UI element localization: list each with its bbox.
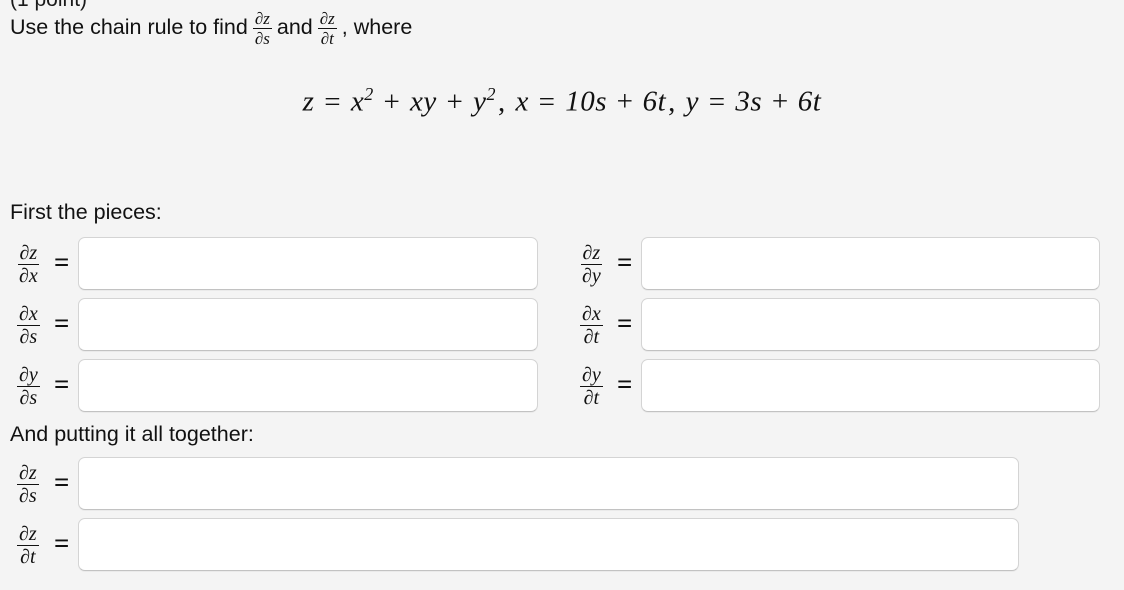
fraction-dz-ds: ∂z ∂s [17,461,39,507]
equals-sign-dz-ds: = [54,467,70,497]
fraction-dz-ds-denominator: ∂s [19,485,37,507]
equals-sign-dz-dt: = [54,528,70,558]
answer-input-dz-ds[interactable] [78,457,1020,510]
fraction-dz-dt: ∂z ∂t [17,522,39,568]
problem-equation: z = x2 + xy + y2, x = 10s + 6t, y = 3s +… [0,84,1124,119]
fraction-dy-dt-numerator: ∂y [580,363,603,387]
prompt-fraction-dz-ds-denominator: ∂s [254,29,270,49]
equation-x-expression: 10s + 6t [565,85,667,118]
equation-plus-2: + [446,85,464,118]
fraction-dx-ds-denominator: ∂s [19,326,38,348]
equation-x: x [515,85,529,118]
fraction-dx-dt-numerator: ∂x [580,302,603,326]
label-wrap-dx-ds: ∂x ∂s [0,303,47,347]
answer-input-dx-dt[interactable] [641,298,1101,351]
equation-equals-3: = [708,85,726,118]
section-heading-pieces: First the pieces: [10,200,162,224]
fraction-dx-ds: ∂x ∂s [17,302,40,348]
answer-row-dy-ds: ∂y ∂s = [0,359,539,412]
section-heading-together: And putting it all together: [10,422,254,446]
label-wrap-dz-dt: ∂z ∂t [0,523,47,567]
fraction-dx-dt-denominator: ∂t [583,326,600,348]
fraction-dz-dy-denominator: ∂y [582,265,601,287]
equation-equals-2: = [538,85,556,118]
equals-sign-dx-dt: = [617,308,633,338]
fraction-dz-dx: ∂z ∂x [17,241,40,287]
equation-comma-1: , [498,85,506,118]
answer-input-dz-dx[interactable] [78,237,539,290]
fraction-dz-dx-denominator: ∂x [19,265,38,287]
label-wrap-dz-dx: ∂z ∂x [0,242,47,286]
answer-input-dz-dt[interactable] [78,518,1020,571]
label-wrap-dy-dt: ∂y ∂t [563,364,610,408]
equation-term-x-squared-base: x [350,85,365,118]
answer-row-dz-dx: ∂z ∂x = [0,237,539,290]
fraction-dy-ds-numerator: ∂y [17,363,40,387]
answer-input-dy-ds[interactable] [78,359,539,412]
answer-input-dz-dy[interactable] [641,237,1101,290]
problem-prompt: Use the chain rule to find ∂z ∂s and ∂z … [10,9,413,49]
fraction-dz-dy: ∂z ∂y [580,241,603,287]
answer-row-dx-ds: ∂x ∂s = [0,298,539,351]
prompt-trailing-text: , where [341,15,413,40]
fraction-dy-dt-denominator: ∂t [583,387,600,409]
equals-sign-dz-dx: = [54,247,70,277]
answer-row-dy-dt: ∂y ∂t = [563,359,1101,412]
answer-row-dz-dt: ∂z ∂t = [0,518,1020,571]
equals-sign-dx-ds: = [54,308,70,338]
label-wrap-dz-ds: ∂z ∂s [0,462,47,506]
fraction-dz-dt-numerator: ∂z [17,522,39,546]
fraction-dz-dt-denominator: ∂t [20,546,36,568]
equation-plus-1: + [383,85,401,118]
answer-input-dx-ds[interactable] [78,298,539,351]
fraction-dy-ds-denominator: ∂s [19,387,38,409]
prompt-fraction-dz-ds: ∂z ∂s [252,9,272,49]
prompt-fraction-dz-dt: ∂z ∂t [317,9,337,49]
prompt-fraction-dz-ds-numerator: ∂z [252,9,272,30]
fraction-dz-ds-numerator: ∂z [17,461,39,485]
label-wrap-dy-ds: ∂y ∂s [0,364,47,408]
fraction-dx-ds-numerator: ∂x [17,302,40,326]
equation-z: z [302,85,315,118]
answer-row-dz-ds: ∂z ∂s = [0,457,1020,510]
equation-y: y [685,85,700,118]
answer-row-dz-dy: ∂z ∂y = [563,237,1101,290]
equals-sign-dy-dt: = [617,369,633,399]
fraction-dy-dt: ∂y ∂t [580,363,603,409]
fraction-dy-ds: ∂y ∂s [17,363,40,409]
equals-sign-dy-ds: = [54,369,70,399]
label-wrap-dx-dt: ∂x ∂t [563,303,610,347]
label-wrap-dz-dy: ∂z ∂y [563,242,610,286]
equation-term-xy: xy [410,85,437,118]
equation-term-y-squared-base: y [473,85,487,118]
equation-term-x-squared-exponent: 2 [364,84,374,104]
equation-term-y-squared-exponent: 2 [486,84,497,104]
prompt-conjunction: and [276,15,313,40]
fraction-dx-dt: ∂x ∂t [580,302,603,348]
equation-y-expression: 3s + 6t [735,85,822,118]
prompt-lead-text: Use the chain rule to find [10,15,248,40]
prompt-fraction-dz-dt-denominator: ∂t [320,29,334,49]
fraction-dz-dx-numerator: ∂z [17,241,40,265]
equation-comma-2: , [668,85,676,118]
answer-row-dx-dt: ∂x ∂t = [563,298,1101,351]
prompt-fraction-dz-dt-numerator: ∂z [317,9,337,30]
answer-input-dy-dt[interactable] [641,359,1101,412]
equals-sign-dz-dy: = [617,247,633,277]
fraction-dz-dy-numerator: ∂z [580,241,603,265]
equation-equals-1: = [324,85,342,118]
